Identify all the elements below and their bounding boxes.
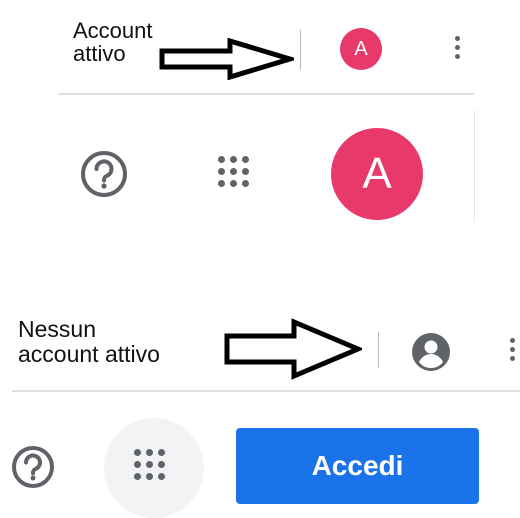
annotation-label-active: Account attivo	[73, 19, 153, 65]
avatar-small-letter: A	[354, 37, 368, 60]
annotation-line-2: attivo	[73, 41, 126, 66]
header-separator	[58, 93, 474, 95]
panel-edge	[474, 110, 475, 222]
help-icon[interactable]	[79, 149, 129, 199]
header-separator	[12, 390, 520, 392]
signin-label: Accedi	[311, 450, 404, 481]
more-vert-icon[interactable]	[455, 36, 461, 63]
toolbar-divider	[300, 30, 301, 70]
avatar-small[interactable]: A	[340, 28, 382, 70]
apps-grid-icon[interactable]	[134, 449, 165, 480]
signin-button[interactable]: Accedi	[236, 428, 479, 504]
toolbar-divider	[378, 332, 379, 368]
annotation-label-inactive: Nessun account attivo	[18, 317, 160, 367]
account-circle-icon[interactable]	[410, 331, 452, 373]
annotation-line-1: Nessun	[18, 316, 96, 342]
avatar-large-letter: A	[362, 149, 392, 198]
annotation-line-1: Account	[73, 18, 153, 43]
arrow-right-icon	[159, 38, 294, 80]
help-icon[interactable]	[10, 444, 56, 490]
apps-grid-icon[interactable]	[218, 156, 249, 187]
more-vert-icon[interactable]	[510, 338, 516, 365]
arrow-right-icon	[224, 318, 362, 380]
avatar-large[interactable]: A	[331, 128, 423, 220]
annotation-line-2: account attivo	[18, 341, 160, 367]
